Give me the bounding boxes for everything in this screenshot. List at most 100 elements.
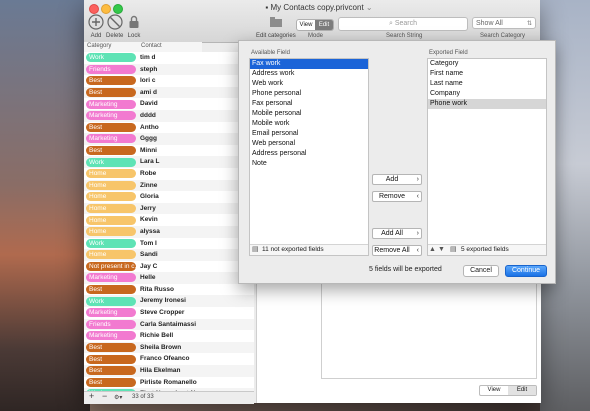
table-row[interactable]: Home Sandi [84, 249, 254, 261]
table-row[interactable]: Marketing dddd [84, 109, 254, 122]
lock-icon [129, 15, 139, 28]
table-row[interactable]: Work Jeremy Ironesi [84, 295, 254, 308]
category-badge: Best [86, 377, 136, 387]
add-all-fields-button[interactable]: Add All › [372, 228, 422, 239]
add-contact-button[interactable]: Add [88, 14, 104, 39]
view-button[interactable]: View [480, 386, 508, 395]
available-field-item[interactable]: Fax work [250, 59, 368, 69]
exported-field-item[interactable]: First name [428, 69, 546, 79]
edit-categories-button[interactable]: Edit categories [256, 14, 296, 39]
category-badge: Friends [86, 64, 136, 74]
zoom-window-button[interactable] [113, 4, 123, 14]
exported-fields-panel: Exported Field Category First name Last na… [427, 50, 547, 256]
category-badge: Marketing [86, 273, 136, 283]
mode-edit-button[interactable]: Edit [315, 20, 333, 30]
available-field-item[interactable]: Web work [250, 79, 368, 89]
no-entry-icon [107, 14, 123, 30]
available-field-item[interactable]: Fax personal [250, 99, 368, 109]
available-field-item[interactable]: Web personal [250, 139, 368, 149]
table-row[interactable]: Best Minni [84, 144, 254, 157]
table-row[interactable]: Marketing Richie Bell [84, 330, 254, 342]
notes-field[interactable] [321, 279, 537, 379]
search-category-select[interactable]: Show All ⇅ [472, 17, 536, 29]
available-field-item[interactable]: Mobile work [250, 119, 368, 129]
document-icon: ▪ [265, 3, 269, 12]
contact-column-header[interactable]: Contact [141, 43, 162, 49]
toolbar: ▪ My Contacts copy.privcont ⌄ Add Delete… [84, 0, 540, 43]
table-row[interactable]: Work tim d [84, 52, 254, 64]
exported-field-item[interactable]: Category [428, 59, 546, 69]
table-row[interactable]: Home Jerry [84, 202, 254, 215]
table-row[interactable]: Best Hila Ekelman [84, 365, 254, 377]
available-field-item[interactable]: Email personal [250, 129, 368, 139]
exported-field-item[interactable]: Company [428, 89, 546, 99]
table-row[interactable]: Marketing Helle [84, 272, 254, 284]
table-row[interactable]: Best Franco Ofeanco [84, 353, 254, 366]
table-row[interactable]: Marketing Steve Cropper [84, 307, 254, 319]
contact-name: Minni [140, 146, 157, 154]
table-row[interactable]: Friends Carla Santaimassi [84, 318, 254, 331]
arrow-down-icon[interactable]: ▼ [438, 246, 445, 254]
chevron-left-icon: ‹ [416, 193, 419, 200]
remove-field-button[interactable]: Remove ‹ [372, 191, 422, 202]
exported-field-item[interactable]: Phone work [428, 99, 546, 109]
category-badge: Best [86, 145, 136, 155]
add-row-icon[interactable]: + [89, 391, 94, 401]
minimize-window-button[interactable] [101, 4, 111, 14]
table-row[interactable]: Best Sheila Brown [84, 341, 254, 354]
table-row[interactable]: Home Gloria [84, 191, 254, 203]
contact-name: Hila Ekelman [140, 367, 181, 375]
exported-field-item[interactable]: Last name [428, 79, 546, 89]
table-row[interactable]: Best Rita Russo [84, 283, 254, 296]
window-title: ▪ My Contacts copy.privcont ⌄ [265, 3, 373, 12]
table-row[interactable]: Home Robe [84, 167, 254, 180]
table-row[interactable]: Work Tom I [84, 237, 254, 250]
edit-button[interactable]: Edit [508, 386, 536, 395]
available-field-item[interactable]: Address personal [250, 149, 368, 159]
search-string-label: Search String [386, 33, 423, 39]
remove-row-icon[interactable]: − [102, 391, 107, 401]
delete-contact-button[interactable]: Delete [106, 14, 123, 39]
category-badge: Best [86, 87, 136, 97]
available-field-item[interactable]: Address work [250, 69, 368, 79]
table-row[interactable]: Home Zinne [84, 179, 254, 192]
search-icon: ⌕ [388, 20, 393, 27]
category-badge: Work [86, 238, 136, 248]
contact-name: David [140, 100, 158, 108]
contact-name: Carla Santaimassi [140, 320, 197, 328]
category-badge: Home [86, 180, 136, 190]
table-row[interactable]: Friends steph [84, 63, 254, 76]
table-row[interactable]: Marketing David [84, 98, 254, 110]
list-icon: ▤ [252, 246, 259, 253]
cancel-button[interactable]: Cancel [463, 265, 499, 277]
contact-name: Jerry [140, 204, 156, 212]
available-fields-list: Fax work Address work Web work Phone person… [250, 59, 368, 169]
mode-view-button[interactable]: View [297, 20, 315, 30]
table-row[interactable]: Best Antho [84, 121, 254, 134]
gear-icon[interactable]: ⚙▾ [114, 394, 122, 401]
close-window-button[interactable] [89, 4, 99, 14]
table-row[interactable]: Best Pirliste Romanello [84, 376, 254, 389]
table-row[interactable]: Marketing Gggg [84, 133, 254, 145]
table-row[interactable]: Best lori c [84, 75, 254, 87]
table-row[interactable]: Home Kevin [84, 214, 254, 226]
search-input[interactable]: ⌕ Search [338, 17, 468, 31]
table-row[interactable]: Not present in c... Jay C [84, 260, 254, 273]
category-column-header[interactable]: Category [87, 43, 111, 49]
continue-button[interactable]: Continue [505, 265, 547, 277]
arrow-up-icon[interactable]: ▲ [429, 246, 436, 254]
chevron-left-icon: ‹ [416, 247, 419, 254]
available-field-item[interactable]: Phone personal [250, 89, 368, 99]
category-badge: Best [86, 76, 136, 86]
available-field-item[interactable]: Note [250, 159, 368, 169]
contact-name: Sheila Brown [140, 343, 182, 351]
table-row[interactable]: Best ami d [84, 86, 254, 99]
lock-button[interactable]: Lock [126, 14, 142, 39]
table-row[interactable]: Home alyssa [84, 225, 254, 238]
add-field-button[interactable]: Add › [372, 174, 422, 185]
record-count: 33 of 33 [132, 394, 154, 400]
category-badge: Best [86, 122, 136, 132]
available-field-item[interactable]: Mobile personal [250, 109, 368, 119]
table-row[interactable]: Work Lara L [84, 156, 254, 168]
remove-all-fields-button[interactable]: Remove All ‹ [372, 245, 422, 256]
